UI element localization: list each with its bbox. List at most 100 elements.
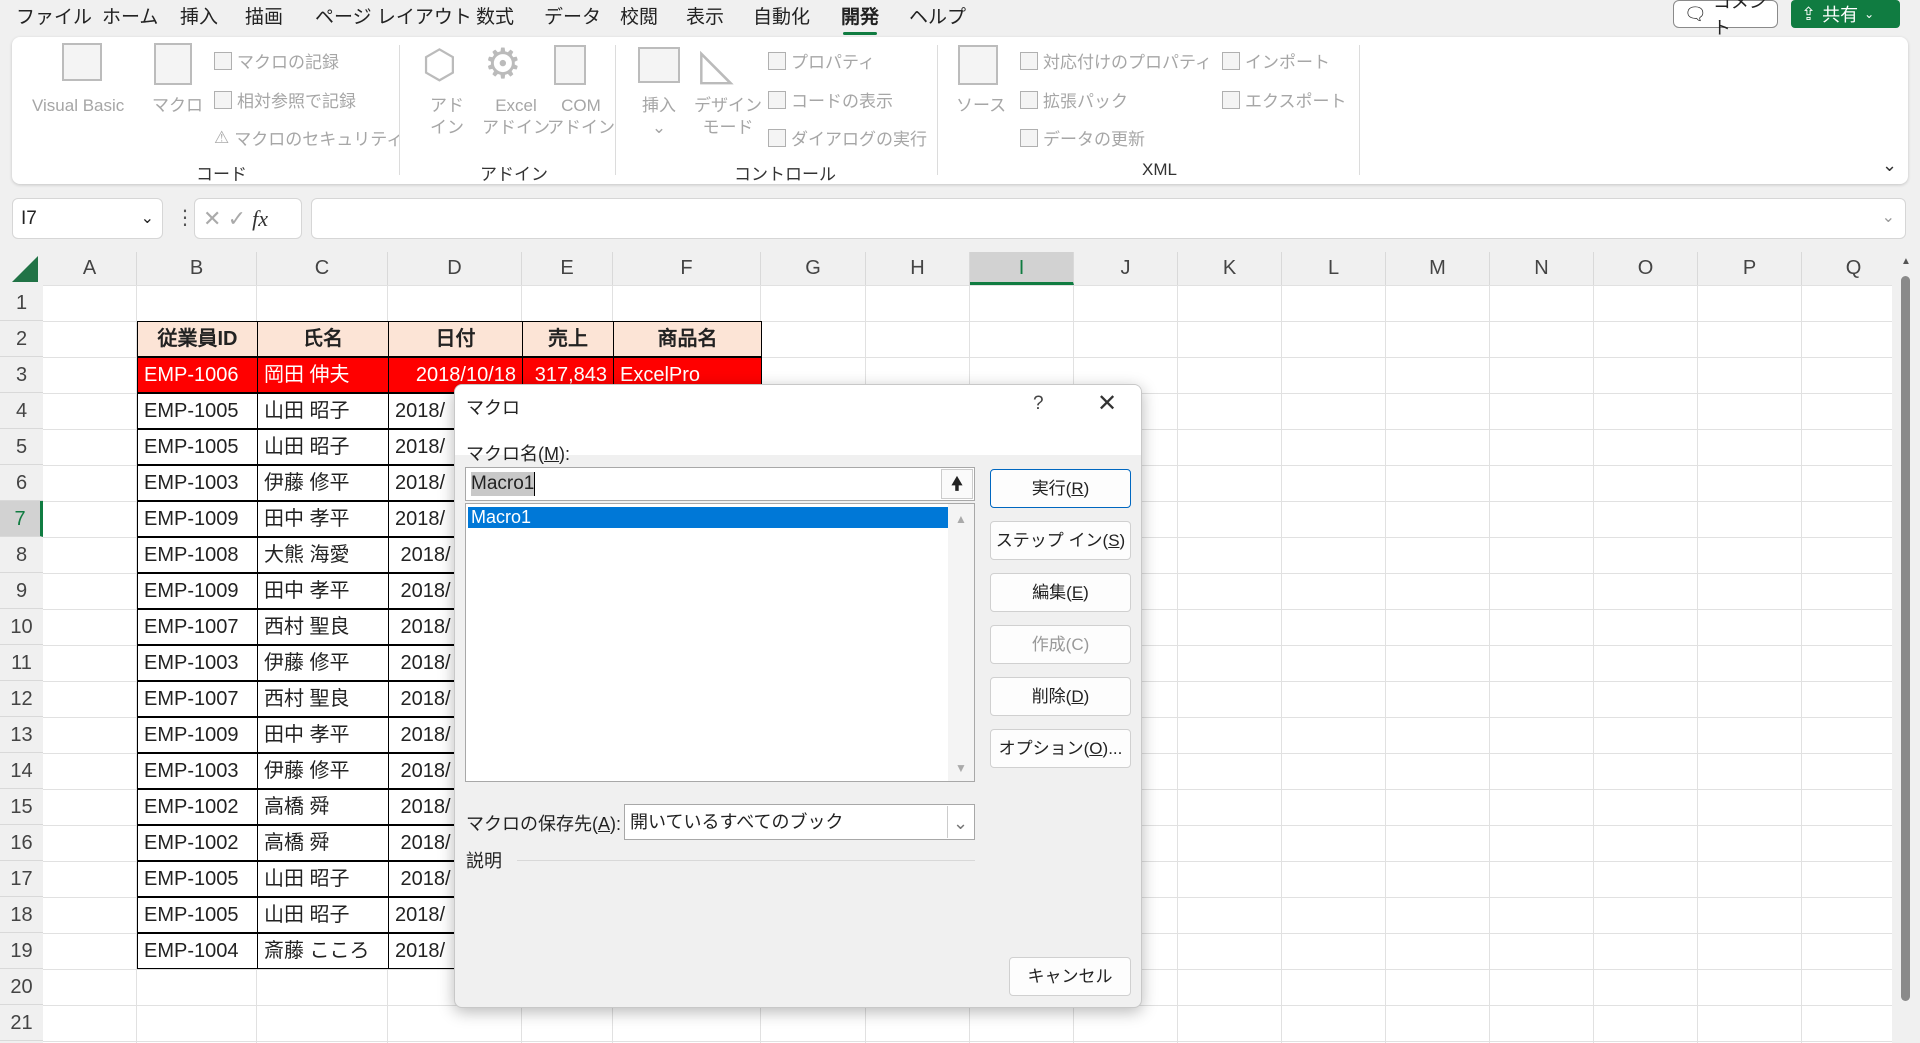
com-addins-button[interactable]: COM アドイン (547, 95, 615, 139)
column-header-Q[interactable]: Q (1802, 252, 1906, 285)
row-header-15[interactable]: 15 (0, 789, 43, 825)
table-cell[interactable]: EMP-1008 (137, 537, 258, 573)
row-header-13[interactable]: 13 (0, 717, 43, 753)
table-cell[interactable]: 西村 聖良 (257, 681, 389, 717)
table-cell[interactable]: EMP-1007 (137, 609, 258, 645)
formula-input[interactable]: ⌄ (311, 198, 1906, 239)
table-header-cell[interactable]: 氏名 (257, 321, 389, 357)
column-header-J[interactable]: J (1074, 252, 1178, 285)
tab-3[interactable]: 描画 (245, 2, 283, 29)
column-header-F[interactable]: F (613, 252, 761, 285)
table-cell[interactable]: EMP-1007 (137, 681, 258, 717)
comment-button[interactable]: 🗨 コメント (1673, 0, 1778, 38)
table-cell[interactable]: EMP-1002 (137, 789, 258, 825)
table-cell[interactable]: EMP-1003 (137, 645, 258, 681)
macro-list-item[interactable]: Macro1 (468, 507, 948, 528)
table-cell[interactable]: 山田 昭子 (257, 861, 389, 897)
table-cell[interactable]: 西村 聖良 (257, 609, 389, 645)
row-header-2[interactable]: 2 (0, 321, 43, 357)
tab-6[interactable]: データ (544, 2, 601, 29)
table-cell[interactable]: EMP-1009 (137, 501, 258, 537)
list-scrollbar[interactable]: ▲ ▼ (948, 504, 974, 781)
row-header-3[interactable]: 3 (0, 357, 43, 393)
column-header-D[interactable]: D (388, 252, 522, 285)
table-cell[interactable]: EMP-1005 (137, 393, 258, 429)
create-button[interactable]: 作成(C) (990, 625, 1131, 664)
tab-2[interactable]: 挿入 (180, 2, 218, 29)
scroll-up-icon[interactable]: ▲ (1901, 256, 1911, 267)
table-cell[interactable]: 田中 孝平 (257, 573, 389, 609)
table-cell[interactable]: EMP-1009 (137, 717, 258, 753)
help-button[interactable]: ? (1033, 393, 1044, 415)
tab-5[interactable]: 数式 (476, 2, 514, 29)
table-cell[interactable]: 高橋 舜 (257, 825, 389, 861)
row-header-18[interactable]: 18 (0, 897, 43, 933)
run-dialog-button[interactable]: ダイアログの実行 (768, 125, 927, 150)
xml-source-button[interactable]: ソース (956, 95, 1006, 117)
row-header-4[interactable]: 4 (0, 393, 43, 429)
table-cell[interactable]: EMP-1002 (137, 825, 258, 861)
scroll-up-icon[interactable]: ▲ (948, 512, 974, 526)
function-icon[interactable]: fx (252, 206, 268, 231)
collapse-upload-arrow-icon[interactable]: 🠝 (941, 469, 973, 499)
tab-10[interactable]: 開発 (841, 2, 879, 35)
design-mode-button[interactable]: デザイン モード (694, 95, 762, 139)
row-header-16[interactable]: 16 (0, 825, 43, 861)
delete-button[interactable]: 削除(D) (990, 677, 1131, 716)
tab-9[interactable]: 自動化 (753, 2, 810, 29)
table-cell[interactable]: 山田 昭子 (257, 429, 389, 465)
tab-7[interactable]: 校閲 (620, 2, 658, 29)
expand-chevron-icon[interactable]: ⌄ (1882, 207, 1895, 227)
row-header-8[interactable]: 8 (0, 537, 43, 573)
row-header-5[interactable]: 5 (0, 429, 43, 465)
vertical-scrollbar[interactable]: ▲ (1892, 252, 1920, 1043)
row-header-11[interactable]: 11 (0, 645, 43, 681)
table-cell[interactable]: EMP-1005 (137, 897, 258, 933)
tab-11[interactable]: ヘルプ (909, 2, 966, 29)
column-header-K[interactable]: K (1178, 252, 1282, 285)
table-cell[interactable]: EMP-1005 (137, 861, 258, 897)
cancel-icon[interactable]: ✕ (203, 206, 221, 231)
row-header-7[interactable]: 7 (0, 501, 43, 537)
row-header-17[interactable]: 17 (0, 861, 43, 897)
visual-basic-button[interactable]: Visual Basic (32, 95, 124, 117)
table-cell[interactable]: 山田 昭子 (257, 393, 389, 429)
enter-icon[interactable]: ✓ (228, 206, 246, 231)
select-all-button[interactable] (12, 256, 38, 282)
share-button[interactable]: ⇪ 共有 ⌄ (1791, 0, 1900, 28)
row-header-21[interactable]: 21 (0, 1005, 43, 1041)
record-macro-button[interactable]: マクロの記録 (214, 48, 339, 73)
column-header-B[interactable]: B (137, 252, 257, 285)
table-cell[interactable]: 伊藤 修平 (257, 645, 389, 681)
tab-0[interactable]: ファイル (16, 2, 92, 29)
macro-list[interactable]: Macro1 ▲ ▼ (465, 503, 975, 782)
store-in-select[interactable]: 開いているすべてのブック ⌄ (624, 804, 975, 840)
map-properties-button[interactable]: 対応付けのプロパティ (1020, 48, 1212, 73)
tab-8[interactable]: 表示 (686, 2, 724, 29)
macros-button[interactable]: マクロ (152, 95, 203, 117)
table-cell[interactable]: 高橋 舜 (257, 789, 389, 825)
row-header-12[interactable]: 12 (0, 681, 43, 717)
relative-reference-button[interactable]: 相対参照で記録 (214, 87, 356, 112)
tab-1[interactable]: ホーム (102, 2, 158, 29)
column-header-L[interactable]: L (1282, 252, 1386, 285)
column-header-P[interactable]: P (1698, 252, 1802, 285)
insert-control-button[interactable]: 挿入 ⌄ (642, 95, 676, 139)
column-header-H[interactable]: H (866, 252, 970, 285)
expansion-packs-button[interactable]: 拡張パック (1020, 87, 1128, 112)
properties-button[interactable]: プロパティ (768, 48, 875, 73)
table-cell[interactable]: EMP-1006 (137, 357, 258, 393)
column-header-O[interactable]: O (1594, 252, 1698, 285)
run-button[interactable]: 実行(R) (990, 469, 1131, 508)
scrollbar-thumb[interactable] (1901, 276, 1910, 1001)
excel-addins-button[interactable]: Excel アドイン (482, 95, 550, 139)
tab-4[interactable]: ページ レイアウト (315, 2, 472, 29)
import-button[interactable]: インポート (1222, 48, 1330, 73)
view-code-button[interactable]: コードの表示 (768, 87, 893, 112)
column-header-A[interactable]: A (43, 252, 137, 285)
close-button[interactable]: ✕ (1097, 389, 1117, 418)
table-header-cell[interactable]: 売上 (522, 321, 614, 357)
row-header-1[interactable]: 1 (0, 285, 43, 321)
column-header-E[interactable]: E (522, 252, 613, 285)
scroll-down-icon[interactable]: ▼ (948, 761, 974, 775)
